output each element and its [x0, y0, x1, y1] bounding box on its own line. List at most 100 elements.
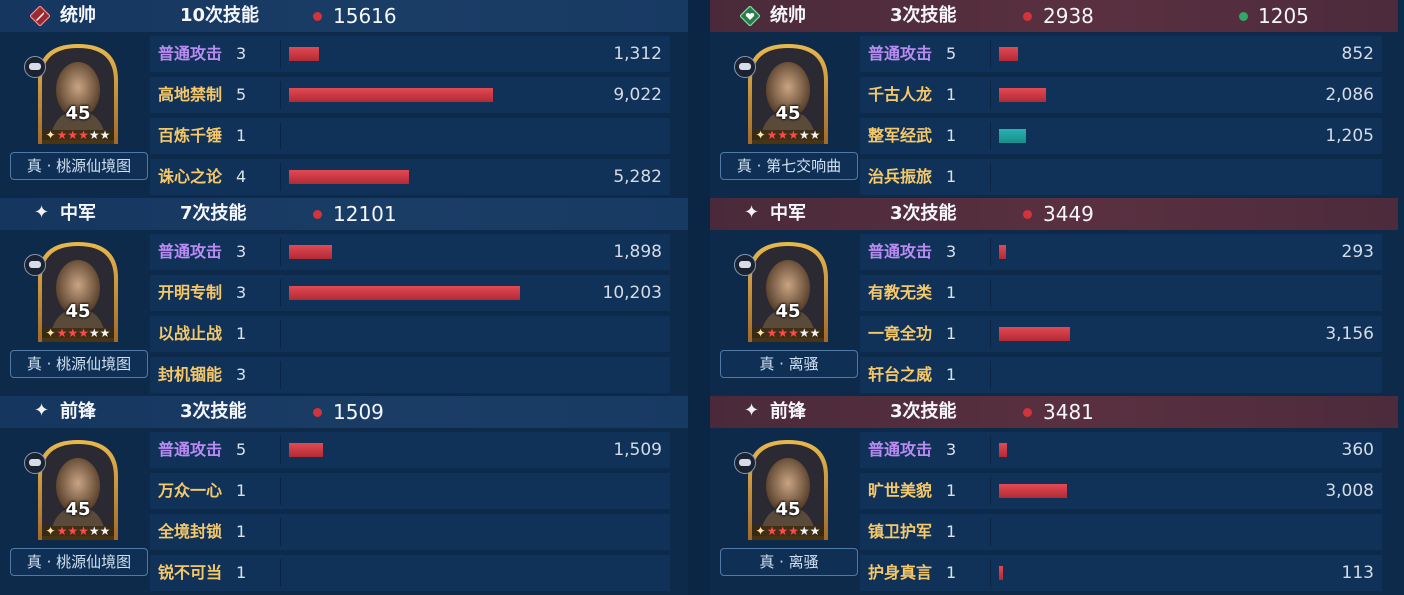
heal-dot-icon — [1239, 12, 1248, 21]
skill-name[interactable]: 轩台之威 — [868, 363, 932, 387]
row-separator — [280, 559, 281, 587]
hero-portrait[interactable]: 45 ✦★★★★★ — [24, 40, 126, 150]
star-icon: ★ — [766, 326, 778, 340]
skill-name[interactable]: 普通攻击 — [868, 438, 932, 462]
skill-level: 1 — [946, 522, 957, 541]
star-icon: ★ — [766, 524, 778, 538]
skill-level: 1 — [946, 563, 957, 582]
hero-header: ✦ 前锋 3次技能 3481 — [710, 396, 1398, 428]
skill-name[interactable]: 开明专制 — [158, 281, 222, 305]
hero-block-1: 统帅 10次技能 15616 45 ✦★★★★★ 真 · 桃源仙境图 普通攻击 3 1,312 高… — [0, 0, 688, 198]
skill-row: 锐不可当 1 — [150, 555, 670, 591]
hero-portrait[interactable]: 45 ✦★★★★★ — [24, 238, 126, 348]
row-separator — [280, 279, 281, 307]
row-separator — [990, 40, 991, 68]
skill-name[interactable]: 封机锢能 — [158, 363, 222, 387]
skill-row: 普通攻击 3 1,312 — [150, 36, 670, 72]
hero-role: 前锋 — [60, 401, 96, 422]
hero-block-3: ✦ 前锋 3次技能 3481 45 ✦★★★★★ 真 · 离骚 普通攻击 3 360 旷世美貌 1 3,… — [710, 396, 1398, 594]
skill-row: 有教无类 1 — [860, 275, 1382, 311]
hero-portrait[interactable]: 45 ✦★★★★★ — [734, 436, 836, 546]
skill-name[interactable]: 普通攻击 — [158, 438, 222, 462]
total-damage: 3481 — [1043, 400, 1094, 424]
equipment-badge-icon — [24, 56, 46, 78]
skill-level: 1 — [946, 126, 957, 145]
star-icon: ★ — [78, 524, 89, 538]
skill-name[interactable]: 以战止战 — [158, 322, 222, 346]
skill-name[interactable]: 护身真言 — [868, 561, 932, 585]
star-icon: ★ — [78, 128, 89, 142]
skill-row: 整军经武 1 1,205 — [860, 118, 1382, 154]
skill-name[interactable]: 千古人龙 — [868, 83, 932, 107]
skill-row: 封机锢能 3 — [150, 357, 670, 393]
damage-bar — [289, 47, 319, 61]
skill-name[interactable]: 镇卫护军 — [868, 520, 932, 544]
skill-name[interactable]: 普通攻击 — [158, 42, 222, 66]
skill-row: 轩台之威 1 — [860, 357, 1382, 393]
skill-value: 5,282 — [613, 167, 662, 187]
row-separator — [990, 81, 991, 109]
right-team-panel: 统帅 3次技能 2938 1205 45 ✦★★★★★ 真 · 第七交响曲 普通攻击 5 852 千… — [710, 0, 1398, 595]
row-separator — [280, 477, 281, 505]
skill-row: 普通攻击 5 852 — [860, 36, 1382, 72]
skill-name[interactable]: 旷世美貌 — [868, 479, 932, 503]
skill-row: 万众一心 1 — [150, 473, 670, 509]
skill-name[interactable]: 普通攻击 — [158, 240, 222, 264]
skill-name[interactable]: 一竟全功 — [868, 322, 932, 346]
red-diamond-sword-icon — [29, 5, 51, 27]
skill-name[interactable]: 普通攻击 — [868, 240, 932, 264]
damage-bar — [999, 47, 1018, 61]
hero-block-1: 统帅 3次技能 2938 1205 45 ✦★★★★★ 真 · 第七交响曲 普通攻击 5 852 千… — [710, 0, 1398, 198]
left-team-panel: 统帅 10次技能 15616 45 ✦★★★★★ 真 · 桃源仙境图 普通攻击 3 1,312 高… — [0, 0, 688, 595]
row-separator — [990, 436, 991, 464]
star-rating: ✦★★★★★ — [30, 524, 126, 538]
skill-level: 1 — [236, 563, 247, 582]
total-damage: 12101 — [333, 202, 397, 226]
hero-equipment-tag[interactable]: 真 · 桃源仙境图 — [10, 548, 148, 576]
hero-portrait[interactable]: 45 ✦★★★★★ — [24, 436, 126, 546]
hero-block-3: ✦ 前锋 3次技能 1509 45 ✦★★★★★ 真 · 桃源仙境图 普通攻击 5 1,509 万众… — [0, 396, 688, 594]
skill-row: 镇卫护军 1 — [860, 514, 1382, 550]
hero-equipment-tag[interactable]: 真 · 离骚 — [720, 350, 858, 378]
hero-level: 45 — [775, 301, 801, 322]
skill-row: 旷世美貌 1 3,008 — [860, 473, 1382, 509]
skill-value: 9,022 — [613, 85, 662, 105]
row-separator — [990, 361, 991, 389]
skill-name[interactable]: 百炼千锤 — [158, 124, 222, 148]
hero-header: ✦ 前锋 3次技能 1509 — [0, 396, 688, 428]
hero-equipment-tag[interactable]: 真 · 桃源仙境图 — [10, 350, 148, 378]
skill-name[interactable]: 有教无类 — [868, 281, 932, 305]
star-icon: ★ — [78, 326, 89, 340]
hero-block-2: ✦ 中军 7次技能 12101 45 ✦★★★★★ 真 · 桃源仙境图 普通攻击 3 1,898 开… — [0, 198, 688, 396]
skill-name[interactable]: 锐不可当 — [158, 561, 222, 585]
skill-name[interactable]: 整军经武 — [868, 124, 932, 148]
row-separator — [280, 163, 281, 191]
star-rating: ✦★★★★★ — [30, 326, 126, 340]
star-icon: ★ — [798, 326, 810, 340]
hero-equipment-tag[interactable]: 真 · 第七交响曲 — [720, 152, 858, 180]
hero-equipment-tag[interactable]: 真 · 离骚 — [720, 548, 858, 576]
hero-equipment-tag[interactable]: 真 · 桃源仙境图 — [10, 152, 148, 180]
skill-name[interactable]: 诛心之论 — [158, 165, 222, 189]
skill-level: 1 — [236, 324, 247, 343]
star-icon: ★ — [777, 128, 789, 142]
hero-portrait[interactable]: 45 ✦★★★★★ — [734, 40, 836, 150]
skill-name[interactable]: 全境封锁 — [158, 520, 222, 544]
skill-name[interactable]: 万众一心 — [158, 479, 222, 503]
row-separator — [280, 81, 281, 109]
row-separator — [280, 320, 281, 348]
equipment-badge-icon — [734, 254, 756, 276]
hero-portrait[interactable]: 45 ✦★★★★★ — [734, 238, 836, 348]
total-damage: 15616 — [333, 4, 397, 28]
damage-bar — [289, 286, 520, 300]
skill-name[interactable]: 治兵振旅 — [868, 165, 932, 189]
plus-icon: ✦ — [45, 524, 56, 538]
skill-level: 1 — [946, 324, 957, 343]
skill-row: 普通攻击 3 360 — [860, 432, 1382, 468]
skill-name[interactable]: 高地禁制 — [158, 83, 222, 107]
plus-icon: ✦ — [755, 326, 766, 340]
skill-name[interactable]: 普通攻击 — [868, 42, 932, 66]
damage-bar — [999, 484, 1067, 498]
damage-bar — [289, 170, 409, 184]
star-icon: ★ — [798, 128, 810, 142]
